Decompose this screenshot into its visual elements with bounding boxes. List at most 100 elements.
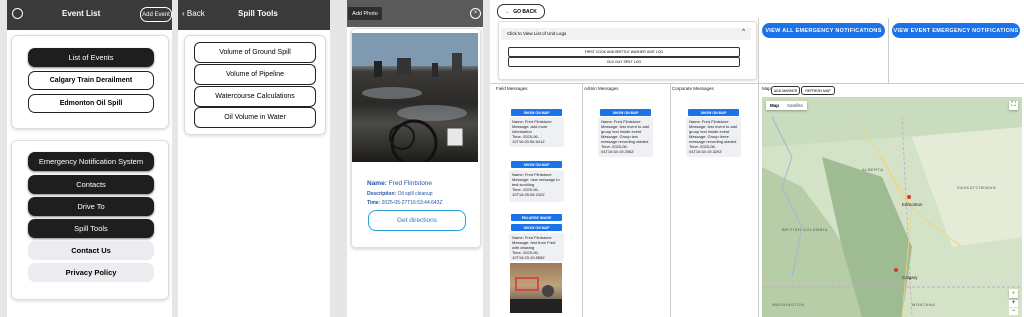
list-of-events-button[interactable]: List of Events xyxy=(28,48,154,67)
map-label: SASKATCHEWAN xyxy=(957,185,997,190)
go-back-label: GO BACK xyxy=(513,8,537,15)
volume-of-ground-spill-button[interactable]: Volume of Ground Spill xyxy=(194,42,316,63)
show-on-map-button[interactable]: SHOW ON MAP xyxy=(511,161,562,168)
name-value: Fred Flintstone xyxy=(388,180,433,187)
drawing-image-thumbnail[interactable] xyxy=(510,263,562,313)
chevron-left-icon: ‹ xyxy=(182,9,185,18)
drawing-image xyxy=(510,277,562,313)
event-list-header: Event List Add Event xyxy=(7,0,172,30)
oil-spill-photo xyxy=(352,33,478,162)
page-title: Event List xyxy=(62,9,101,18)
unit-log-button-1[interactable]: FIRST COOK AND BRITTLE WASHER UNIT LOG xyxy=(508,47,740,57)
add-marker-button[interactable]: ADD MARKER xyxy=(771,86,800,95)
dashboard-screen: ← GO BACK Click to View List of Unit Log… xyxy=(490,0,1024,317)
divider xyxy=(758,18,759,84)
message-text: Message: new message to test scrolling xyxy=(512,177,560,187)
back-label: Back xyxy=(186,9,205,18)
message-time: Time: 2025-06-04T16:54:19.329Z xyxy=(689,144,722,154)
message-text: Message: test event to add group text in… xyxy=(689,124,738,144)
contact-us-button[interactable]: Contact Us xyxy=(28,241,154,260)
list-item: Name: Fred Flintstone Message: add more … xyxy=(509,117,564,147)
unit-logs-accordion[interactable]: Click to View List of Unit Logs ^ xyxy=(501,28,751,40)
message-time: Time: 2025-06-10T16:23:10.858Z xyxy=(512,250,545,260)
divider xyxy=(888,18,889,84)
volume-of-pipeline-button[interactable]: Volume of Pipeline xyxy=(194,64,316,85)
get-directions-button[interactable]: Get directions xyxy=(368,210,466,231)
view-all-emergency-notifications-button[interactable]: VIEW ALL EMERGENCY NOTIFICATIONS xyxy=(762,23,885,38)
description-label: Description: xyxy=(367,191,397,197)
photo-name: Name: Fred Flintstone xyxy=(367,180,432,187)
message-time: Time: 2025-06-10T16:20:56.641Z xyxy=(512,134,545,144)
map-tab[interactable]: Map xyxy=(766,101,783,110)
time-value: 2025-05-27T16:53:44.643Z xyxy=(381,200,443,206)
oil-spill-scene xyxy=(352,33,478,162)
map-marker-icon[interactable] xyxy=(907,195,911,199)
spill-tools-button[interactable]: Spill Tools xyxy=(28,219,154,238)
message-text: Message: add more information xyxy=(512,124,548,134)
map-label: BRITISH COLUMBIA xyxy=(782,227,828,232)
photo-time: Time: 2025-05-27T16:53:44.643Z xyxy=(367,200,443,206)
hdivider xyxy=(490,83,1024,84)
view-event-emergency-notifications-button[interactable]: VIEW EVENT EMERGENCY NOTIFICATIONS xyxy=(892,23,1020,38)
admin-messages-header: Admin Messages xyxy=(584,86,619,91)
satellite-tab[interactable]: Satellite xyxy=(783,101,807,110)
show-on-map-button[interactable]: SHOW ON MAP xyxy=(600,109,651,116)
map-label: Edmonton xyxy=(902,202,923,207)
back-button[interactable]: ‹ Back xyxy=(182,9,205,18)
photo-description: Description: Oil spill cleanup xyxy=(367,191,433,197)
message-text: Message: test event to add group text in… xyxy=(601,124,650,144)
unit-log-button-2[interactable]: OLD GUY SPILT LOG xyxy=(508,57,740,67)
street-view-icon[interactable]: ● xyxy=(1009,289,1018,298)
zoom-out-icon[interactable]: − xyxy=(1009,308,1018,315)
name-label: Name: xyxy=(367,180,387,187)
divider xyxy=(670,84,671,317)
divider xyxy=(582,84,583,317)
map-label: Calgary xyxy=(902,275,918,280)
spill-tools-screen: ‹ Back Spill Tools Volume of Ground Spil… xyxy=(178,0,330,317)
description-value: Oil spill cleanup xyxy=(397,191,433,197)
oil-volume-in-water-button[interactable]: Oil Volume in Water xyxy=(194,107,316,128)
show-on-map-button[interactable]: SHOW ON MAP xyxy=(688,109,739,116)
show-on-map-button[interactable]: SHOW ON MAP xyxy=(511,224,562,231)
enlarge-image-button[interactable]: ENLARGE IMAGE xyxy=(511,214,562,221)
watercourse-calculations-button[interactable]: Watercourse Calculations xyxy=(194,86,316,107)
field-messages-header: Field Messages xyxy=(496,86,528,91)
refresh-map-button[interactable]: REFRESH MAP xyxy=(801,86,835,95)
settings-icon[interactable] xyxy=(12,8,23,19)
close-icon[interactable]: × xyxy=(470,8,481,19)
emergency-notification-system-button[interactable]: Emergency Notification System xyxy=(28,152,154,171)
map-type-toggle: Map Satellite xyxy=(766,101,808,110)
page-title: Spill Tools xyxy=(238,9,278,18)
zoom-in-icon[interactable]: + xyxy=(1009,300,1018,307)
contacts-button[interactable]: Contacts xyxy=(28,175,154,194)
add-photo-button[interactable]: Add Photo xyxy=(348,7,382,20)
list-item: Name: Fred Flintstone Message: test even… xyxy=(686,117,741,157)
map-terrain xyxy=(762,97,1022,317)
list-item: Name: Fred Flintstone Message: test from… xyxy=(509,233,564,261)
map-marker-icon[interactable] xyxy=(894,268,898,272)
go-back-button[interactable]: ← GO BACK xyxy=(497,4,545,19)
list-item: Name: Fred Flintstone Message: test even… xyxy=(598,117,653,157)
map-view[interactable]: Map Satellite ⛶ ALBERTA SASKATCHEWAN BRI… xyxy=(762,97,1022,317)
show-on-map-button[interactable]: SHOW ON MAP xyxy=(511,109,562,116)
photo-detail-screen: Add Photo × Name: Fred Flintstone Descri… xyxy=(347,0,483,317)
photo-header: Add Photo × xyxy=(347,0,483,27)
map-header: Map xyxy=(762,86,771,91)
privacy-policy-button[interactable]: Privacy Policy xyxy=(28,263,154,282)
spill-tools-header: ‹ Back Spill Tools xyxy=(178,0,330,30)
event-list-screen: Event List Add Event List of Events Calg… xyxy=(7,0,172,317)
list-item: Name: Fred Flintstone Message: new messa… xyxy=(509,170,564,202)
map-label: MONTANA xyxy=(912,302,936,307)
event-item-edmonton[interactable]: Edmonton Oil Spill xyxy=(28,94,154,113)
message-time: Time: 2025-06-10T16:25:08.232Z xyxy=(512,187,545,197)
unit-logs-header: Click to View List of Unit Logs xyxy=(507,31,567,36)
add-event-button[interactable]: Add Event xyxy=(140,7,172,22)
arrow-left-icon: ← xyxy=(505,8,511,15)
fullscreen-icon[interactable]: ⛶ xyxy=(1009,101,1018,110)
message-text: Message: test from Fred with drawing xyxy=(512,240,556,250)
time-label: Time: xyxy=(367,200,381,206)
event-item-calgary[interactable]: Calgary Train Derailment xyxy=(28,71,154,90)
divider xyxy=(758,84,759,317)
message-time: Time: 2025-06-04T16:54:19.258Z xyxy=(601,144,634,154)
drive-to-button[interactable]: Drive To xyxy=(28,197,154,216)
